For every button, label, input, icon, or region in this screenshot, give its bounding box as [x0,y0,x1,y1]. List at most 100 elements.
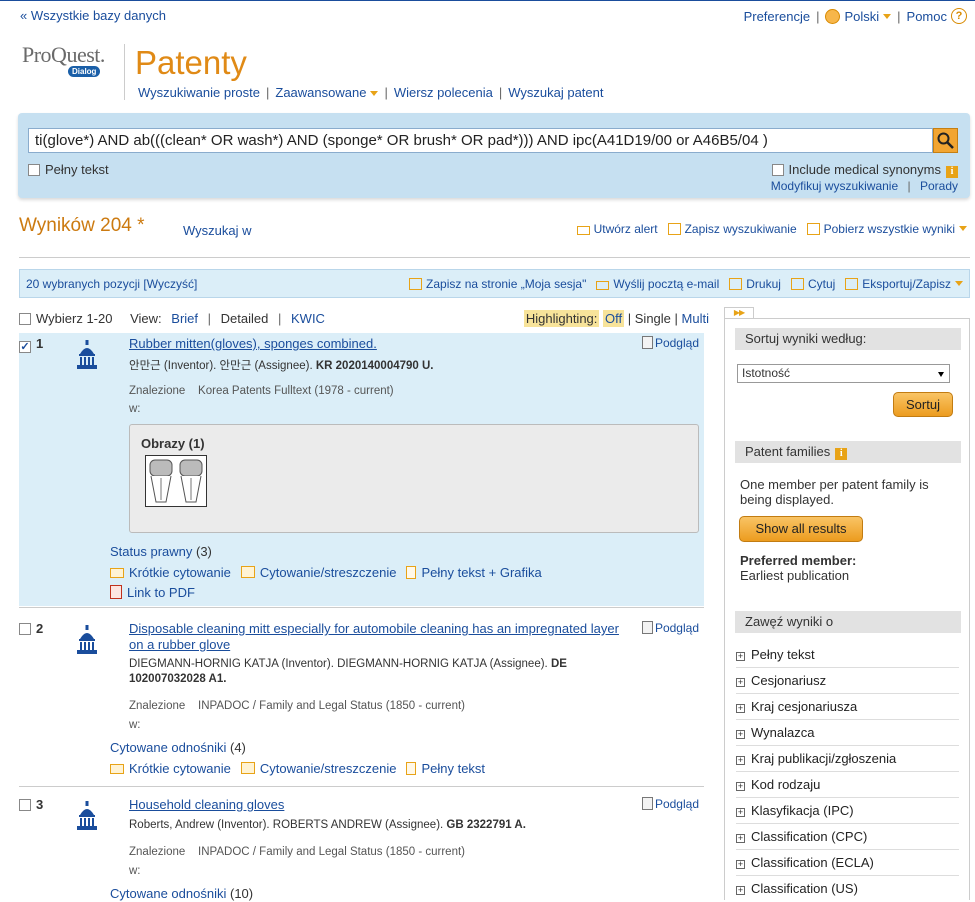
facet-kind-code[interactable]: + Kod rodzaju [736,772,959,798]
result-checkbox[interactable]: 3 [19,797,43,812]
fulltext-checkbox[interactable]: Pełny tekst [28,162,109,177]
abstract-link[interactable]: Cytowanie/streszczenie [240,761,396,776]
facet-ecla[interactable]: + Classification (ECLA) [736,850,959,876]
fulltext-graphics-link[interactable]: Pełny tekst + Grafika [406,565,542,580]
facet-assignee-country[interactable]: + Kraj cesjonariusza [736,694,959,720]
facet-cpc[interactable]: + Classification (CPC) [736,824,959,850]
preview-icon [641,336,653,349]
view-detailed-current: Detailed [220,311,269,326]
modify-search-link[interactable]: Modyfikuj wyszukiwanie [771,179,898,193]
short-citation-link[interactable]: Krótkie cytowanie [110,565,231,580]
result-checkbox[interactable]: 2 [19,621,43,636]
chevron-down-icon [955,281,963,286]
facet-inventor[interactable]: + Wynalazca [736,720,959,746]
found-in-label: w: [129,719,141,731]
print-button[interactable]: Drukuj [729,277,781,291]
result-meta: 안만근 (Inventor). 안만근 (Assignee). KR 20201… [129,360,434,372]
top-links: Preferencje | Polski | Pomoc ? [744,8,967,24]
export-button[interactable]: Eksportuj/Zapisz [845,277,963,291]
create-alert-button[interactable]: Utwórz alert [576,222,658,236]
sort-select[interactable]: Istotność [737,364,950,383]
highlighting-controls: Highlighting: Off | Single | Multi [523,310,709,327]
save-search-button[interactable]: Zapisz wyszukiwanie [667,222,797,236]
result-divider [19,786,704,787]
selected-items-link[interactable]: 20 wybranych pozycji [Wyczyść] [26,277,197,291]
preview-icon [641,621,653,634]
search-input[interactable]: ti(glove*) AND ab(((clean* OR wash*) AND… [28,128,933,153]
preferred-member-value: Earliest publication [740,568,850,583]
found-in: Znalezione INPADOC / Family and Legal St… [129,846,465,858]
legal-status-link[interactable]: Status prawny [110,544,192,559]
result-title-link[interactable]: Rubber mitten(gloves), sponges combined. [129,336,634,352]
fulltext-link[interactable]: Pełny tekst [406,761,485,776]
preview-link[interactable]: Podgląd [641,336,699,350]
search-within-link[interactable]: Wyszukaj w [183,223,252,238]
found-in-label: w: [129,865,141,877]
proquest-logo[interactable]: ProQuest. Dialog [22,42,116,82]
download-all-button[interactable]: Pobierz wszystkie wyniki [806,222,967,236]
patent-search-link[interactable]: Wyszukaj patent [508,85,603,100]
result-checkbox[interactable]: 1 [19,336,43,353]
all-databases-link[interactable]: « Wszystkie bazy danych [20,8,166,23]
expand-icon: + [736,859,745,869]
advanced-search-link[interactable]: Zaawansowane [275,85,366,100]
cited-references-link[interactable]: Cytowane odnośniki [110,740,226,755]
result-meta: Roberts, Andrew (Inventor). ROBERTS ANDR… [129,819,526,831]
preview-link[interactable]: Podgląd [641,621,699,635]
view-kwic-link[interactable]: KWIC [291,311,325,326]
sort-button[interactable]: Sortuj [893,392,953,417]
medical-synonyms-checkbox[interactable]: Include medical synonyms i [771,162,958,178]
narrow-results-heading: Zawęź wyniki o [735,611,961,633]
found-in: Znalezione INPADOC / Family and Legal St… [129,700,465,712]
pdf-link[interactable]: Link to PDF [110,585,195,600]
save-icon [845,278,859,290]
highlighting-single-link[interactable]: Single [635,311,671,326]
facet-publication-country[interactable]: + Kraj publikacji/zgłoszenia [736,746,959,772]
language-menu[interactable]: Polski [844,9,879,24]
facet-us-class[interactable]: + Classification (US) [736,876,959,902]
highlighting-off-link[interactable]: Off [603,310,625,327]
select-all-checkbox[interactable]: Wybierz 1-20 [19,311,112,326]
search-button[interactable] [933,128,958,153]
command-line-link[interactable]: Wiersz polecenia [394,85,493,100]
expand-icon: + [736,781,745,791]
email-button[interactable]: Wyślij pocztą e-mail [596,277,719,291]
preview-link[interactable]: Podgląd [641,797,699,811]
expand-icon: + [736,677,745,687]
info-icon[interactable]: i [835,448,848,460]
pdf-links: Link to PDF [110,585,205,600]
result-title-link[interactable]: Household cleaning gloves [129,797,634,813]
help-icon[interactable]: ? [951,8,967,24]
short-citation-link[interactable]: Krótkie cytowanie [110,761,231,776]
result-title-link[interactable]: Disposable cleaning mitt especially for … [129,621,634,653]
logo-divider [124,44,125,100]
search-icon [937,132,954,149]
info-icon[interactable]: i [946,166,958,178]
save-to-session-button[interactable]: Zapisz na stronie „Moja sesja" [409,277,586,291]
basic-search-link[interactable]: Wyszukiwanie proste [138,85,260,100]
highlighting-multi-link[interactable]: Multi [682,311,709,326]
facet-assignee[interactable]: + Cesjonariusz [736,668,959,694]
facet-fulltext[interactable]: + Pełny tekst [736,642,959,668]
abstract-link[interactable]: Cytowanie/streszczenie [240,565,396,580]
show-all-results-button[interactable]: Show all results [739,516,863,542]
images-title: Obrazy (1) [141,436,205,451]
facet-ipc[interactable]: + Klasyfikacja (IPC) [736,798,959,824]
cited-references-link[interactable]: Cytowane odnośniki [110,886,226,901]
expand-icon: + [736,651,745,661]
patent-families-heading: Patent families i [735,441,961,463]
search-tips-link[interactable]: Porady [920,179,958,193]
citation-icon [110,568,124,578]
patent-image-thumbnail[interactable] [145,455,207,507]
view-controls: Wybierz 1-20 View: Brief | Detailed | KW… [19,310,709,327]
search-nav: Wyszukiwanie proste | Zaawansowane | Wie… [138,85,604,100]
abstract-icon [240,566,255,578]
cite-button[interactable]: Cytuj [790,277,835,291]
preferences-link[interactable]: Preferencje [744,9,810,24]
help-link[interactable]: Pomoc [907,9,947,24]
citation-icon [110,764,124,774]
expand-icon: + [736,885,745,895]
envelope-icon [596,281,610,290]
document-icon [406,566,417,579]
view-brief-link[interactable]: Brief [171,311,198,326]
